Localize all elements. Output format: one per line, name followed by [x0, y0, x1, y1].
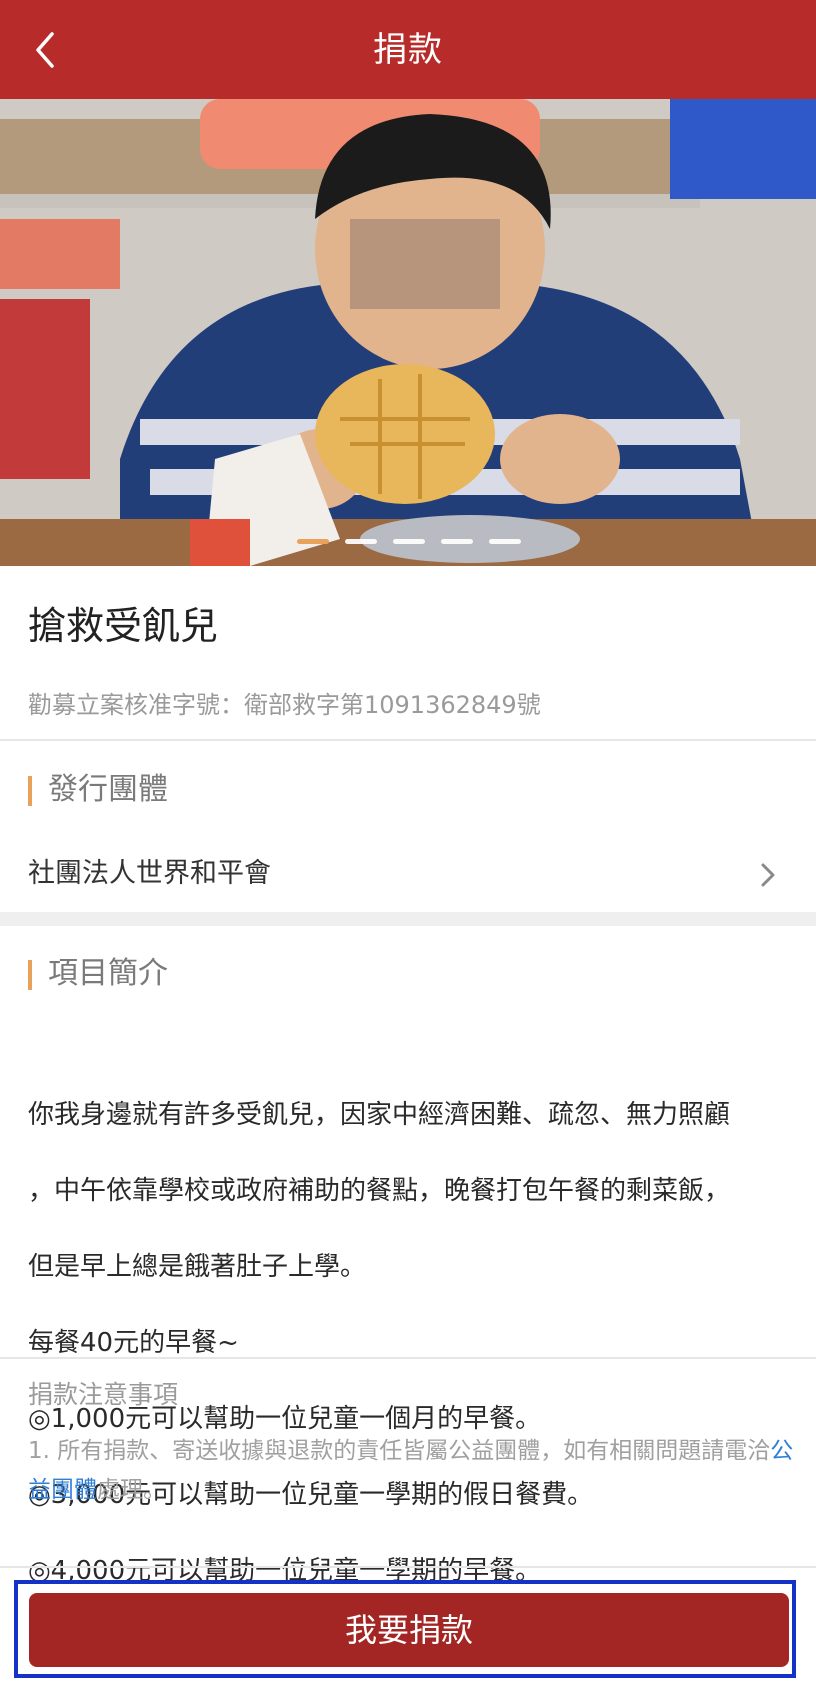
section-accent-bar	[28, 776, 32, 806]
carousel-dot[interactable]	[489, 539, 521, 544]
intro-line: 你我身邊就有許多受飢兒，因家中經濟困難、疏忽、無力照顧	[28, 1100, 731, 1130]
permit-number: 勸募立案核准字號：衛部救字第1091362849號	[28, 691, 541, 719]
intro-line: ，中午依靠學校或政府補助的餐點，晚餐打包午餐的剩菜飯，	[28, 1176, 731, 1206]
chevron-right-icon	[761, 863, 775, 887]
section-separator	[0, 912, 816, 926]
intro-description: 你我身邊就有許多受飢兒，因家中經濟困難、疏忽、無力照顧 ，中午依靠學校或政府補助…	[28, 1058, 798, 1628]
app-header: 捐款	[0, 0, 816, 99]
divider	[0, 1357, 816, 1359]
carousel-dot[interactable]	[441, 539, 473, 544]
issuer-section-title: 發行團體	[48, 772, 168, 807]
footer-divider	[0, 1566, 816, 1568]
intro-section-title: 項目簡介	[48, 956, 168, 991]
carousel-dot[interactable]	[297, 539, 329, 544]
carousel-dot[interactable]	[345, 539, 377, 544]
intro-line: 但是早上總是餓著肚子上學。	[28, 1252, 367, 1282]
issuer-name[interactable]: 社團法人世界和平會	[28, 856, 271, 892]
divider	[0, 739, 816, 741]
notes-text-before: 1. 所有捐款、寄送收據與退款的責任皆屬公益團體，如有相關問題請電洽	[28, 1438, 771, 1464]
project-title: 搶救受飢兒	[28, 604, 219, 648]
carousel-indicator	[0, 539, 816, 545]
section-accent-bar	[28, 960, 32, 990]
notes-text: 1. 所有捐款、寄送收據與退款的責任皆屬公益團體，如有相關問題請電洽公益團體處理…	[28, 1432, 798, 1510]
notes-text-after: 處理。	[97, 1477, 166, 1503]
page-title: 捐款	[373, 30, 443, 70]
donate-button[interactable]: 我要捐款	[29, 1593, 789, 1667]
hero-image[interactable]	[0, 99, 816, 566]
notes-title: 捐款注意事項	[28, 1380, 179, 1409]
carousel-dot[interactable]	[393, 539, 425, 544]
